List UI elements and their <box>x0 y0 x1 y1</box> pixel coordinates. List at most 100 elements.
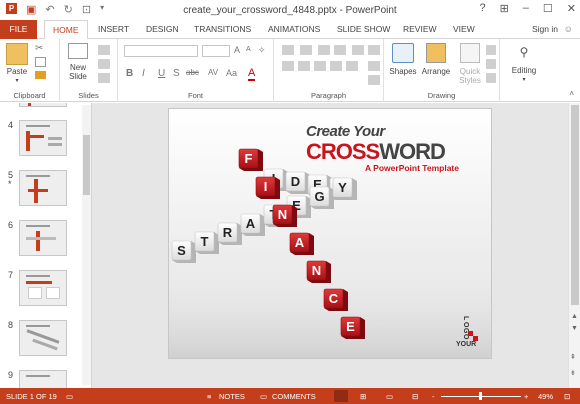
zoom-in-button[interactable]: + <box>524 392 528 401</box>
char-spacing-button[interactable]: AV <box>208 68 218 77</box>
decrease-indent-icon[interactable] <box>318 45 330 55</box>
ribbon-display-icon[interactable]: ⊞ <box>500 2 509 15</box>
change-case-button[interactable]: Aa <box>226 68 237 78</box>
thumbnail-image[interactable] <box>19 320 67 356</box>
sign-in-link[interactable]: Sign in <box>532 24 558 34</box>
bullets-icon[interactable] <box>282 45 294 55</box>
slide-sorter-button[interactable]: ⊞ <box>360 392 366 401</box>
align-center-icon[interactable] <box>298 61 310 71</box>
thumbnail-slide-8[interactable]: 8 <box>0 320 91 368</box>
smartart-icon[interactable] <box>368 75 380 85</box>
zoom-slider-thumb[interactable] <box>479 392 482 400</box>
thumbnail-image[interactable] <box>19 220 67 256</box>
minimize-button[interactable]: – <box>523 2 529 15</box>
find-binoculars-icon[interactable]: ⚲ <box>514 43 534 61</box>
shape-fill-icon[interactable] <box>486 45 496 55</box>
align-text-icon[interactable] <box>368 61 380 71</box>
clear-formatting-icon[interactable]: ✧ <box>258 45 266 56</box>
thumbnail-slide-7[interactable]: 7 <box>0 270 91 318</box>
shrink-font-icon[interactable]: A <box>246 46 251 53</box>
paste-dropdown-icon[interactable]: ▾ <box>12 77 22 86</box>
text-direction-icon[interactable] <box>368 45 380 55</box>
tab-insert[interactable]: INSERT <box>98 24 129 34</box>
increase-indent-icon[interactable] <box>334 45 346 55</box>
comments-icon[interactable]: ▭ <box>260 392 267 401</box>
tab-transitions[interactable]: TRANSITIONS <box>194 24 251 34</box>
columns-icon[interactable] <box>346 61 358 71</box>
shapes-button[interactable]: Shapes <box>386 67 420 76</box>
smiley-icon[interactable]: ☺ <box>564 24 573 34</box>
reset-icon[interactable] <box>98 59 110 69</box>
next-slide-icon[interactable]: ⇟ <box>570 369 576 377</box>
font-color-button[interactable]: A <box>248 67 256 81</box>
section-icon[interactable] <box>98 73 110 83</box>
spell-check-icon[interactable]: ▭ <box>66 392 73 401</box>
editing-button[interactable]: Editing <box>504 66 544 75</box>
shape-outline-icon[interactable] <box>486 59 496 69</box>
paste-icon[interactable] <box>6 43 28 65</box>
tab-slide-show[interactable]: SLIDE SHOW <box>337 24 390 34</box>
tab-view[interactable]: VIEW <box>453 24 475 34</box>
quick-styles-button-line1[interactable]: Quick <box>454 67 486 76</box>
paste-button[interactable]: Paste <box>3 67 31 76</box>
new-slide-button-line1[interactable]: New <box>62 63 94 72</box>
quick-styles-icon[interactable] <box>460 43 480 63</box>
thumbnail-slide-4[interactable]: 4 <box>0 120 91 168</box>
maximize-button[interactable]: ☐ <box>543 2 553 15</box>
line-spacing-icon[interactable] <box>352 45 364 55</box>
current-slide[interactable]: IDEASTRATEGYFINANCE Create Your CROSSWOR… <box>168 108 492 359</box>
close-button[interactable]: ✕ <box>567 2 576 15</box>
comments-button[interactable]: COMMENTS <box>272 392 316 401</box>
format-painter-icon[interactable] <box>35 71 46 79</box>
thumbnail-image[interactable] <box>19 120 67 156</box>
bold-button[interactable]: B <box>126 68 133 79</box>
thumbnail-scrollbar[interactable] <box>82 105 91 385</box>
thumbnail-image[interactable] <box>19 170 67 206</box>
align-left-icon[interactable] <box>282 61 294 71</box>
new-slide-button-line2[interactable]: Slide <box>62 72 94 81</box>
shapes-icon[interactable] <box>392 43 414 63</box>
quick-styles-button-line2[interactable]: Styles <box>454 76 486 85</box>
tab-design[interactable]: DESIGN <box>146 24 179 34</box>
collapse-ribbon-icon[interactable]: ˄ <box>569 89 574 98</box>
shape-effects-icon[interactable] <box>486 73 496 83</box>
notes-button[interactable]: NOTES <box>219 392 245 401</box>
normal-view-button[interactable] <box>334 390 348 402</box>
fit-slide-icon[interactable]: ⊡ <box>564 392 570 401</box>
thumbnail-slide-6[interactable]: 6 <box>0 220 91 268</box>
canvas-scrollbar[interactable]: ▲ ▼ ⇞ ⇟ <box>568 103 580 388</box>
scroll-down-icon[interactable]: ▼ <box>571 325 578 332</box>
align-right-icon[interactable] <box>314 61 326 71</box>
zoom-out-button[interactable]: - <box>432 392 435 401</box>
grow-font-icon[interactable]: A <box>234 45 240 55</box>
tab-file[interactable]: FILE <box>0 20 37 39</box>
strikethrough-button[interactable]: abc <box>186 68 199 77</box>
thumbnail-image[interactable] <box>19 270 67 306</box>
previous-slide-icon[interactable]: ⇞ <box>570 353 576 361</box>
font-family-select[interactable] <box>124 45 198 57</box>
arrange-icon[interactable] <box>426 43 446 63</box>
help-button[interactable]: ? <box>479 2 485 15</box>
notes-icon[interactable]: ≡ <box>207 392 211 401</box>
zoom-level[interactable]: 49% <box>538 392 553 401</box>
thumbnail-slide-5[interactable]: 5 * <box>0 170 91 218</box>
tab-home[interactable]: HOME <box>44 20 88 40</box>
scrollbar-thumb[interactable] <box>83 135 90 195</box>
shadow-button[interactable]: S <box>173 68 180 79</box>
justify-icon[interactable] <box>330 61 342 71</box>
slide-show-button[interactable]: ⊟ <box>412 392 418 401</box>
canvas-scrollbar-thumb[interactable] <box>571 105 579 305</box>
underline-button[interactable]: U <box>158 68 165 79</box>
tab-review[interactable]: REVIEW <box>403 24 437 34</box>
layout-icon[interactable] <box>98 45 110 55</box>
italic-button[interactable]: I <box>142 68 145 79</box>
thumbnail-image[interactable] <box>19 370 67 388</box>
arrange-button[interactable]: Arrange <box>418 67 454 76</box>
new-slide-icon[interactable] <box>68 43 88 59</box>
copy-icon[interactable] <box>35 57 46 67</box>
scroll-up-icon[interactable]: ▲ <box>571 313 578 320</box>
tab-animations[interactable]: ANIMATIONS <box>268 24 320 34</box>
font-size-select[interactable] <box>202 45 230 57</box>
reading-view-button[interactable]: ▭ <box>386 392 393 401</box>
numbering-icon[interactable] <box>300 45 312 55</box>
